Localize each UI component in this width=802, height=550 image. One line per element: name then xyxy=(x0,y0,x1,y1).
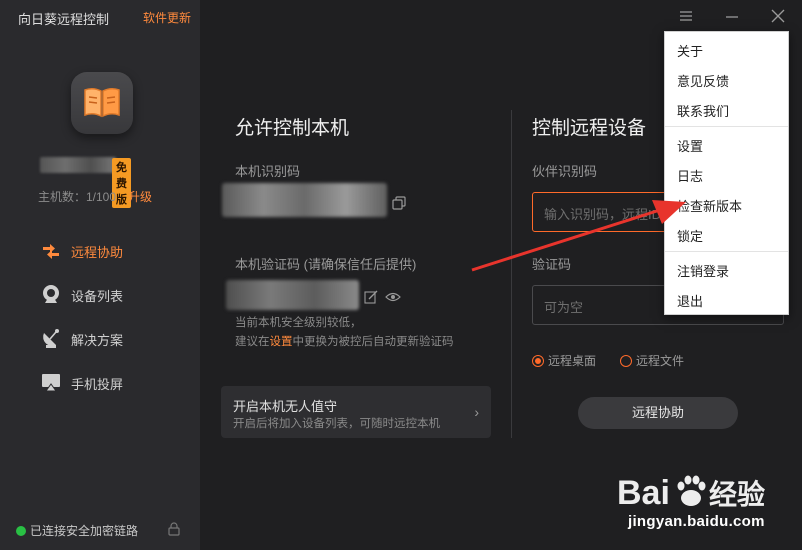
sidebar-item-solutions[interactable]: 解决方案 xyxy=(40,327,190,349)
upgrade-link[interactable]: 升级 xyxy=(128,188,152,205)
remote-assist-icon xyxy=(43,244,59,259)
screen-cast-icon xyxy=(42,374,60,392)
software-update-link[interactable]: 软件更新 xyxy=(143,9,191,26)
blurred-username xyxy=(40,157,116,173)
watermark-brand: Bai xyxy=(617,474,670,512)
app-title: 向日葵远程控制 xyxy=(18,12,110,27)
radio-label: 远程桌面 xyxy=(548,354,597,368)
host-count: 主机数：1/100 xyxy=(38,190,117,204)
radio-remote-file[interactable]: 远程文件 xyxy=(620,352,684,369)
sidebar-item-label: 手机投屏 xyxy=(71,377,124,392)
hint-line1: 当前本机安全级别较低， xyxy=(235,317,362,329)
radio-selected-icon xyxy=(532,355,544,367)
annotation-arrow xyxy=(471,200,686,272)
radio-unselected-icon xyxy=(620,355,632,367)
minimize-icon[interactable] xyxy=(725,9,739,23)
partner-id-label: 伙伴识别码 xyxy=(532,164,598,179)
hint-text: 中更换为被控后自动更新验证码 xyxy=(292,336,454,348)
copy-icon[interactable] xyxy=(392,196,406,210)
status-text: 已连接安全加密链路 xyxy=(30,524,139,538)
settings-link[interactable]: 设置 xyxy=(270,336,293,348)
local-code-label: 本机验证码 (请确保信任后提供) xyxy=(235,257,417,272)
device-list-icon xyxy=(43,285,59,303)
watermark-url: jingyan.baidu.com xyxy=(628,513,765,530)
hint-line2: 建议在设置中更换为被控后自动更新验证码 xyxy=(235,333,454,352)
sidebar-item-label: 远程协助 xyxy=(71,245,124,260)
blurred-local-code xyxy=(226,280,359,310)
menu-item-exit[interactable]: 退出 xyxy=(677,291,703,310)
eye-icon[interactable] xyxy=(385,291,401,303)
status-dot xyxy=(16,526,26,536)
radio-remote-desktop[interactable]: 远程桌面 xyxy=(532,352,596,369)
hint-text: 建议在 xyxy=(235,336,270,348)
hamburger-menu-icon[interactable] xyxy=(679,9,693,23)
menu-item-about[interactable]: 关于 xyxy=(677,41,703,60)
menu-item-settings[interactable]: 设置 xyxy=(677,136,703,155)
sidebar-item-device-list[interactable]: 设备列表 xyxy=(40,283,190,305)
remote-control-title: 控制远程设备 xyxy=(532,118,647,139)
unattended-description: 开启后将加入设备列表，可随时远控本机 xyxy=(233,418,440,430)
unattended-title: 开启本机无人值守 xyxy=(233,399,338,414)
paw-icon xyxy=(677,475,706,506)
watermark-brand2: 经验 xyxy=(709,478,765,511)
sidebar: 向日葵远程控制 软件更新 免费版 主机数：1/100 升级 远程协助 设备列表 … xyxy=(0,0,200,550)
local-id-label: 本机识别码 xyxy=(235,164,301,179)
menu-separator xyxy=(665,126,788,127)
allow-control-title: 允许控制本机 xyxy=(235,118,350,139)
sidebar-item-screen-cast[interactable]: 手机投屏 xyxy=(40,371,190,393)
chevron-right-icon: › xyxy=(474,404,479,420)
connection-status: 已连接安全加密链路 xyxy=(16,522,138,539)
app-window: 向日葵远程控制 软件更新 免费版 主机数：1/100 升级 远程协助 设备列表 … xyxy=(0,0,802,550)
unattended-access-card[interactable]: 开启本机无人值守 开启后将加入设备列表，可随时远控本机 › xyxy=(221,386,491,438)
app-logo xyxy=(71,72,133,134)
book-logo-icon xyxy=(84,87,120,118)
sidebar-item-remote-assist[interactable]: 远程协助 xyxy=(40,239,190,261)
edit-icon[interactable] xyxy=(364,290,378,304)
radio-label: 远程文件 xyxy=(636,354,685,368)
blurred-local-id xyxy=(222,183,387,217)
security-hint: 当前本机安全级别较低， 建议在设置中更换为被控后自动更新验证码 xyxy=(235,314,454,352)
menu-item-feedback[interactable]: 意见反馈 xyxy=(677,71,729,90)
satellite-dish-icon xyxy=(43,329,59,348)
lock-icon[interactable] xyxy=(168,522,180,536)
close-icon[interactable] xyxy=(771,9,785,23)
remote-assist-button[interactable]: 远程协助 xyxy=(578,397,738,429)
verification-code-placeholder: 可为空 xyxy=(544,300,584,315)
sidebar-item-label: 解决方案 xyxy=(71,333,124,348)
sidebar-item-label: 设备列表 xyxy=(71,289,124,304)
menu-item-contact[interactable]: 联系我们 xyxy=(677,101,729,120)
